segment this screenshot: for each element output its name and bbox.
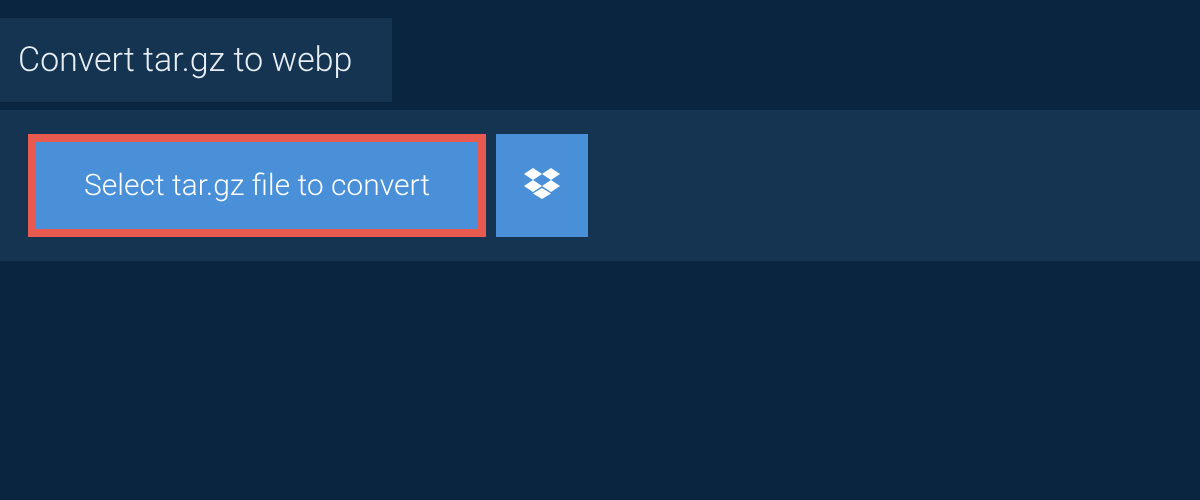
dropbox-icon (524, 168, 560, 203)
page-title: Convert tar.gz to webp (18, 40, 352, 80)
dropbox-button[interactable] (496, 134, 588, 237)
select-file-button[interactable]: Select tar.gz file to convert (28, 134, 486, 237)
upload-panel: Select tar.gz file to convert (0, 110, 1200, 261)
select-file-label: Select tar.gz file to convert (84, 168, 430, 203)
header-tab: Convert tar.gz to webp (0, 18, 392, 102)
button-row: Select tar.gz file to convert (28, 134, 1200, 237)
